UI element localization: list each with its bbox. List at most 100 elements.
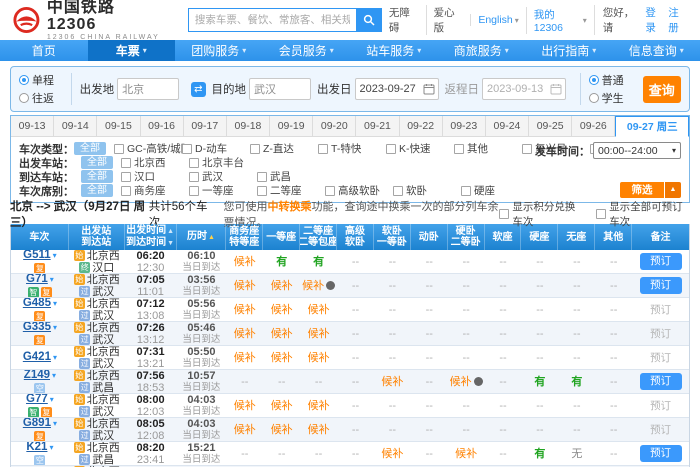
seat-cell[interactable]: 有 bbox=[300, 250, 337, 273]
filter-checkbox[interactable]: 北京西 bbox=[121, 155, 187, 170]
nav-item-group-services[interactable]: 团购服务▾ bbox=[175, 40, 263, 61]
date-tab-09-21[interactable]: 09-21 bbox=[356, 116, 399, 137]
expand-caret-icon[interactable]: ▾ bbox=[50, 275, 54, 284]
column-header[interactable]: 无座 bbox=[558, 224, 595, 250]
seat-cell[interactable]: -- bbox=[521, 346, 558, 369]
column-header[interactable]: 硬座 bbox=[521, 224, 558, 250]
train-number-link[interactable]: G485 bbox=[23, 298, 51, 309]
seat-cell[interactable]: -- bbox=[374, 250, 411, 273]
column-header[interactable]: 出发站到达站 bbox=[69, 224, 125, 250]
seat-cell[interactable]: -- bbox=[485, 394, 522, 417]
column-header[interactable]: 软座 bbox=[485, 224, 522, 250]
seat-cell[interactable]: 候补 bbox=[448, 442, 485, 465]
date-tab-09-13[interactable]: 09-13 bbox=[11, 116, 54, 137]
top-link-my-12306[interactable]: 我的12306▾ bbox=[526, 7, 594, 34]
seat-cell[interactable]: -- bbox=[263, 442, 300, 465]
search-input[interactable] bbox=[188, 8, 356, 32]
filter-checkbox[interactable]: 一等座 bbox=[189, 183, 255, 198]
column-header[interactable]: 高级软卧 bbox=[337, 224, 374, 250]
seat-cell[interactable]: 候补 bbox=[263, 394, 300, 417]
train-number-link[interactable]: G71 bbox=[26, 274, 48, 285]
seat-cell[interactable]: -- bbox=[521, 298, 558, 321]
seat-cell[interactable]: 候补 bbox=[374, 442, 411, 465]
seat-cell[interactable]: -- bbox=[595, 442, 632, 465]
seat-cell[interactable]: 候补 bbox=[300, 322, 337, 345]
filter-checkbox[interactable]: 北京丰台 bbox=[189, 155, 255, 170]
expand-caret-icon[interactable]: ▾ bbox=[53, 323, 57, 332]
date-tab-09-20[interactable]: 09-20 bbox=[313, 116, 356, 137]
sort-arrow-icon[interactable]: ▲ bbox=[167, 228, 174, 235]
seat-cell[interactable]: 候补 bbox=[226, 298, 263, 321]
seat-cell[interactable]: -- bbox=[448, 250, 485, 273]
seat-cell[interactable]: -- bbox=[558, 274, 595, 297]
seat-cell[interactable]: -- bbox=[337, 250, 374, 273]
seat-cell[interactable]: -- bbox=[558, 322, 595, 345]
seat-cell[interactable]: -- bbox=[485, 370, 522, 393]
to-input[interactable] bbox=[249, 78, 311, 100]
seat-cell[interactable]: 候补 bbox=[300, 394, 337, 417]
train-number-link[interactable]: G77 bbox=[26, 394, 48, 405]
seat-cell[interactable]: -- bbox=[448, 322, 485, 345]
seat-cell[interactable]: -- bbox=[448, 418, 485, 441]
seat-cell[interactable]: -- bbox=[595, 370, 632, 393]
nav-item-travel-guide[interactable]: 出行指南▾ bbox=[525, 40, 613, 61]
column-header[interactable]: 车次 bbox=[11, 224, 69, 250]
seat-cell[interactable]: 候补 bbox=[226, 418, 263, 441]
train-number-link[interactable]: K21 bbox=[26, 442, 47, 453]
column-header[interactable]: 历时▲ bbox=[177, 224, 227, 250]
seat-cell[interactable]: 候补 bbox=[226, 346, 263, 369]
seat-cell[interactable]: -- bbox=[411, 322, 448, 345]
filter-checkbox[interactable]: 商务座 bbox=[121, 183, 187, 198]
seat-cell[interactable]: -- bbox=[558, 346, 595, 369]
date-tab-09-25[interactable]: 09-25 bbox=[529, 116, 572, 137]
filter-all-chip[interactable]: 全部 bbox=[81, 184, 113, 197]
seat-cell[interactable]: 候补 bbox=[300, 298, 337, 321]
seat-cell[interactable]: -- bbox=[411, 250, 448, 273]
trip-type-one-way[interactable]: 单程 bbox=[19, 72, 63, 88]
filter-checkbox[interactable]: 二等座 bbox=[257, 183, 323, 198]
trip-type-round-trip[interactable]: 往返 bbox=[19, 90, 63, 106]
column-header[interactable]: 出发时间▲到达时间▼ bbox=[125, 224, 177, 250]
from-input[interactable] bbox=[117, 78, 179, 100]
seat-cell[interactable]: -- bbox=[448, 274, 485, 297]
seat-cell[interactable]: -- bbox=[226, 442, 263, 465]
train-number-link[interactable]: G891 bbox=[23, 418, 51, 429]
seat-cell[interactable]: 候补 bbox=[374, 370, 411, 393]
seat-cell[interactable]: -- bbox=[374, 298, 411, 321]
seat-cell[interactable]: -- bbox=[263, 370, 300, 393]
filter-checkbox[interactable]: 武昌 bbox=[257, 169, 323, 184]
register-link[interactable]: 注册 bbox=[668, 5, 688, 35]
seat-cell[interactable]: -- bbox=[558, 394, 595, 417]
nav-item-business-travel[interactable]: 商旅服务▾ bbox=[438, 40, 526, 61]
column-header[interactable]: 动卧 bbox=[411, 224, 448, 250]
seat-cell[interactable]: -- bbox=[374, 346, 411, 369]
seat-cell[interactable]: -- bbox=[337, 298, 374, 321]
seat-cell[interactable]: -- bbox=[521, 322, 558, 345]
column-header[interactable]: 硬卧二等卧 bbox=[448, 224, 485, 250]
top-link-care-version[interactable]: 爱心版 bbox=[426, 5, 471, 35]
seat-cell[interactable]: -- bbox=[595, 394, 632, 417]
seat-cell[interactable]: -- bbox=[558, 418, 595, 441]
seat-cell[interactable]: 候补 bbox=[263, 322, 300, 345]
seat-cell[interactable]: -- bbox=[226, 370, 263, 393]
book-button[interactable]: 预订 bbox=[640, 277, 682, 294]
filter-checkbox[interactable]: 硬座 bbox=[461, 183, 527, 198]
seat-cell[interactable]: -- bbox=[595, 274, 632, 297]
expand-caret-icon[interactable]: ▾ bbox=[52, 371, 56, 380]
passenger-type-student[interactable]: 学生 bbox=[589, 90, 633, 106]
train-number-link[interactable]: G335 bbox=[23, 322, 51, 333]
seat-cell[interactable]: 候补 bbox=[263, 298, 300, 321]
column-header[interactable]: 一等座 bbox=[263, 224, 300, 250]
seat-cell[interactable]: 无 bbox=[558, 442, 595, 465]
seat-cell[interactable]: -- bbox=[337, 274, 374, 297]
login-link[interactable]: 登录 bbox=[645, 5, 665, 35]
filter-checkbox[interactable]: GC-高铁/城际 bbox=[114, 141, 180, 156]
seat-cell[interactable]: -- bbox=[595, 418, 632, 441]
date-tab-09-22[interactable]: 09-22 bbox=[400, 116, 443, 137]
date-tab-09-27[interactable]: 09-27 周三 bbox=[615, 116, 689, 137]
seat-cell[interactable]: 有 bbox=[521, 370, 558, 393]
date-tab-09-23[interactable]: 09-23 bbox=[443, 116, 486, 137]
train-number-link[interactable]: Z149 bbox=[24, 370, 50, 381]
nav-item-tickets[interactable]: 车票▾ bbox=[88, 40, 176, 61]
seat-cell[interactable]: -- bbox=[337, 442, 374, 465]
